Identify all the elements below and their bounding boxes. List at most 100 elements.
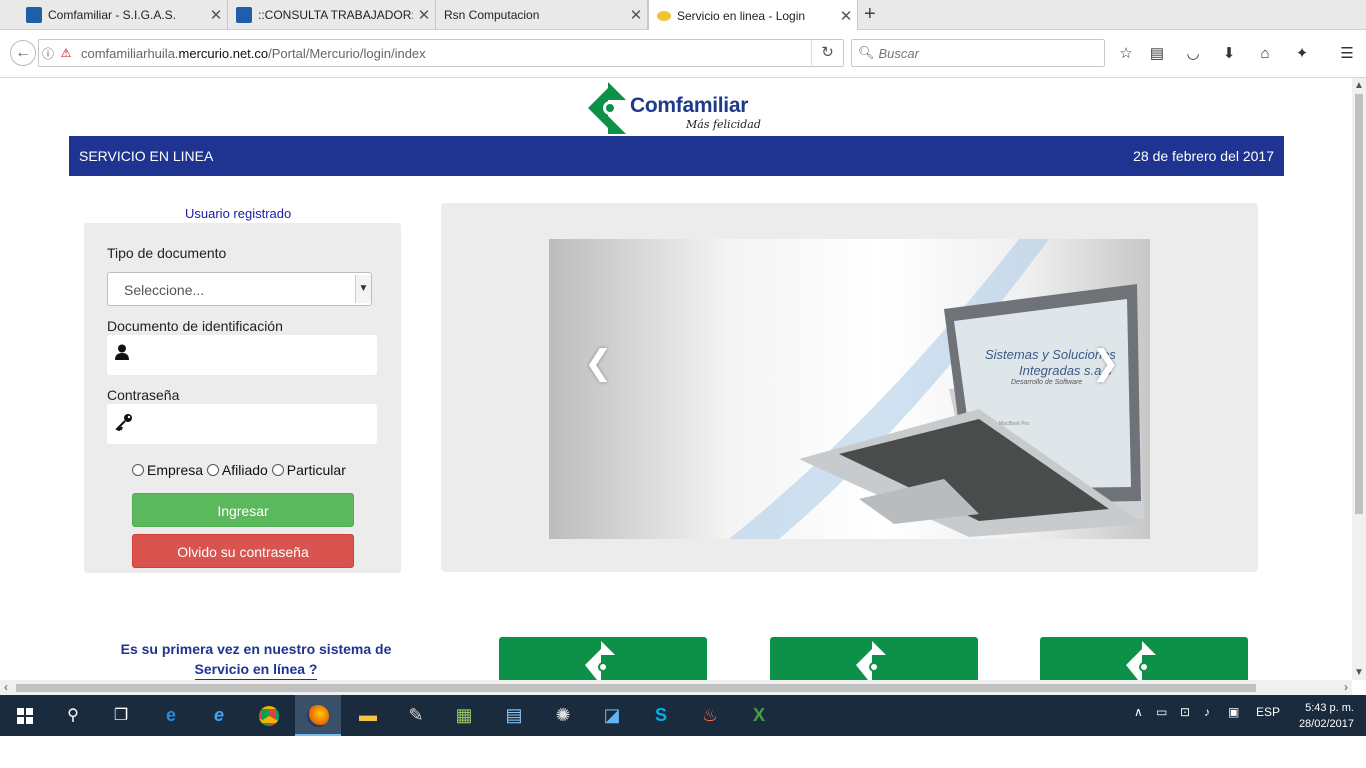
- first-time-promo: Es su primera vez en nuestro sistema de …: [111, 639, 401, 680]
- browser-tab-active[interactable]: Servicio en linea - Login ✕: [648, 0, 858, 31]
- site-favicon-icon: [26, 7, 42, 23]
- app-window-icon[interactable]: ▤: [491, 695, 537, 736]
- home-icon[interactable]: ⌂: [1255, 44, 1275, 64]
- reload-icon[interactable]: ↻: [811, 40, 843, 66]
- browser-tab[interactable]: Rsn Computacion ✕: [436, 0, 648, 30]
- edge-icon[interactable]: e: [148, 695, 194, 736]
- skype-icon[interactable]: S: [638, 695, 684, 736]
- login-button[interactable]: Ingresar: [132, 493, 354, 527]
- site-favicon-icon: [657, 10, 671, 21]
- logo-mark-icon: [1126, 641, 1156, 680]
- tab-title: Comfamiliar - S.I.G.A.S.: [48, 8, 177, 22]
- carousel-next-icon[interactable]: ❯: [1091, 343, 1120, 383]
- language-indicator[interactable]: ESP: [1256, 705, 1280, 719]
- address-bar[interactable]: ⓘ ⚠ comfamiliarhuila.mercurio.net.co/Por…: [38, 39, 844, 67]
- taskbar-search-icon[interactable]: ⚲: [50, 695, 96, 736]
- bookmark-star-icon[interactable]: ☆: [1116, 44, 1136, 64]
- scroll-thumb[interactable]: [16, 684, 1256, 692]
- system-clock[interactable]: 5:43 p. m. 28/02/2017: [1299, 700, 1354, 732]
- tab-title: ::CONSULTA TRABAJADOR::: [258, 8, 413, 22]
- menu-icon[interactable]: ☰: [1337, 44, 1357, 64]
- slide-text-line3: Desarrollo de Software: [1011, 379, 1083, 386]
- windows-taskbar: ⚲ ❐ e e ▬ ✎ ▦ ▤ ✺ ◪ S ♨ X ∧ ▭ ⊡ ♪ ▣ ESP …: [0, 695, 1366, 736]
- radio-button[interactable]: [206, 464, 219, 476]
- comfamiliar-logo[interactable]: Comfamiliar Más felicidad: [586, 80, 776, 136]
- tray-chevron-up-icon[interactable]: ∧: [1134, 705, 1143, 719]
- vertical-scrollbar[interactable]: ▲ ▼: [1352, 78, 1366, 680]
- service-tile[interactable]: [1040, 637, 1248, 680]
- clock-date: 28/02/2017: [1298, 718, 1354, 730]
- pocket-icon[interactable]: ◡: [1183, 44, 1203, 64]
- volume-icon[interactable]: ♪: [1204, 705, 1210, 719]
- radio-afiliado[interactable]: Afiliado: [206, 462, 268, 478]
- scroll-down-icon[interactable]: ▼: [1352, 667, 1366, 678]
- notifications-icon[interactable]: ▣: [1228, 705, 1239, 719]
- scroll-thumb[interactable]: [1355, 94, 1363, 514]
- promo-link[interactable]: Servicio en línea ?: [194, 659, 318, 680]
- url-text[interactable]: comfamiliarhuila.mercurio.net.co/Portal/…: [75, 46, 811, 61]
- carousel: Sistemas y Soluciones Integradas s.a.s D…: [441, 203, 1258, 572]
- browser-tab[interactable]: Comfamiliar - S.I.G.A.S. ✕: [18, 0, 228, 30]
- back-arrow-icon[interactable]: ←: [10, 40, 36, 66]
- insecure-lock-icon[interactable]: ⚠: [57, 46, 75, 60]
- horizontal-scrollbar[interactable]: ‹ ›: [0, 680, 1352, 695]
- forgot-password-button[interactable]: Olvido su contraseña: [132, 534, 354, 568]
- firefox-icon[interactable]: [295, 695, 341, 736]
- service-tile[interactable]: [770, 637, 978, 680]
- doc-type-select[interactable]: Seleccione... ▼: [107, 272, 372, 306]
- browser-tabbar: Comfamiliar - S.I.G.A.S. ✕ ::CONSULTA TR…: [0, 0, 1366, 31]
- logo-mark-icon: [588, 82, 626, 134]
- radio-particular[interactable]: Particular: [271, 462, 346, 478]
- radio-empresa[interactable]: Empresa: [132, 462, 203, 478]
- close-icon[interactable]: ✕: [205, 6, 227, 24]
- doc-type-label: Tipo de documento: [107, 245, 227, 261]
- close-icon[interactable]: ✕: [413, 6, 435, 24]
- tools-icon[interactable]: ✎: [393, 695, 439, 736]
- user-icon: [115, 344, 129, 365]
- network-icon[interactable]: ⊡: [1180, 705, 1190, 719]
- file-explorer-icon[interactable]: ▬: [345, 695, 391, 736]
- close-icon[interactable]: ✕: [835, 7, 857, 25]
- clock-time: 5:43 p. m.: [1305, 702, 1354, 714]
- app-chart-icon[interactable]: ◪: [589, 695, 635, 736]
- scroll-up-icon[interactable]: ▲: [1352, 80, 1366, 91]
- radio-button[interactable]: [271, 464, 284, 476]
- battery-icon[interactable]: ▭: [1156, 705, 1167, 719]
- scroll-right-icon[interactable]: ›: [1344, 680, 1348, 694]
- doc-id-label: Documento de identificación: [107, 318, 283, 334]
- url-domain: mercurio.net.co: [178, 45, 269, 61]
- internet-explorer-icon[interactable]: e: [196, 695, 242, 736]
- flame-app-icon[interactable]: ♨: [687, 695, 733, 736]
- extension-icon[interactable]: ✦: [1292, 44, 1312, 64]
- doc-id-input[interactable]: [107, 335, 377, 375]
- doc-type-selected: Seleccione...: [124, 282, 205, 298]
- reading-list-icon[interactable]: ▤: [1147, 44, 1167, 64]
- download-icon[interactable]: ⬇: [1219, 44, 1239, 64]
- search-input[interactable]: 🔍︎ Buscar: [851, 39, 1105, 67]
- chevron-down-icon[interactable]: ▼: [355, 275, 371, 303]
- notepad-icon[interactable]: ▦: [441, 695, 487, 736]
- browser-tab[interactable]: ::CONSULTA TRABAJADOR:: ✕: [228, 0, 436, 30]
- brand-name: Comfamiliar: [630, 94, 749, 117]
- password-input[interactable]: [107, 404, 377, 444]
- logo-mark-icon: [585, 641, 615, 680]
- tab-title: Servicio en linea - Login: [677, 8, 806, 23]
- app-gear-icon[interactable]: ✺: [540, 695, 586, 736]
- radio-label: Empresa: [147, 462, 204, 478]
- carousel-slide[interactable]: Sistemas y Soluciones Integradas s.a.s D…: [549, 239, 1150, 539]
- carousel-prev-icon[interactable]: ❮: [584, 343, 613, 383]
- windows-start-icon[interactable]: [2, 695, 48, 736]
- close-icon[interactable]: ✕: [625, 6, 647, 24]
- radio-button[interactable]: [132, 464, 144, 476]
- site-favicon-icon: [236, 7, 252, 23]
- excel-icon[interactable]: X: [736, 695, 782, 736]
- scroll-left-icon[interactable]: ‹: [4, 680, 8, 694]
- new-tab-icon[interactable]: +: [864, 4, 876, 24]
- task-view-icon[interactable]: ❐: [98, 695, 144, 736]
- radio-label: Afiliado: [221, 462, 268, 478]
- chrome-icon[interactable]: [246, 695, 292, 736]
- key-icon: [115, 413, 133, 436]
- service-tile[interactable]: [499, 637, 707, 680]
- info-icon[interactable]: ⓘ: [39, 45, 57, 62]
- search-icon: 🔍︎: [858, 45, 875, 60]
